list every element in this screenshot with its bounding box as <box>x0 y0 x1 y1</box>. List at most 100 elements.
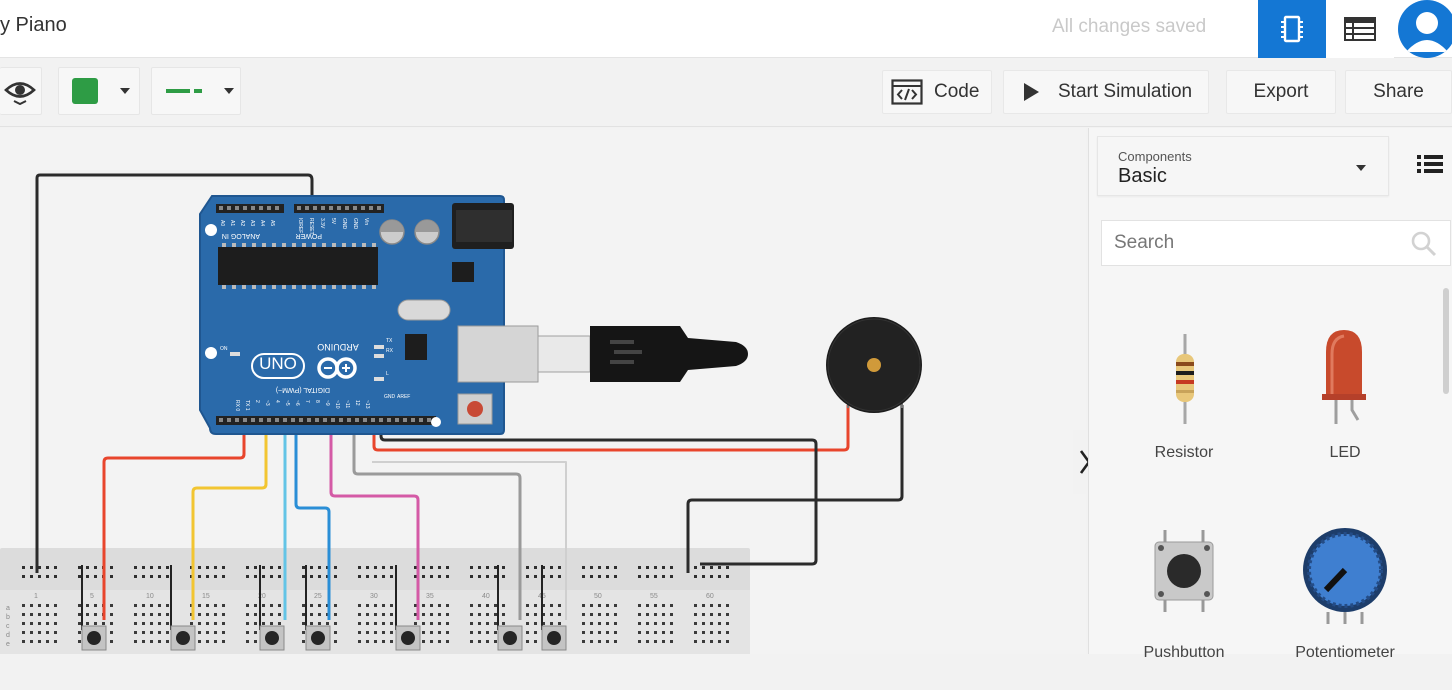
digital-pin-label: ~6 <box>294 400 300 406</box>
digital-pin-label: ~9 <box>324 400 330 406</box>
digital-pin-label: ~5 <box>284 400 290 406</box>
potentiometer-icon <box>1303 528 1387 624</box>
board-label: L <box>386 371 389 377</box>
breadboard-column-label: 50 <box>594 593 602 600</box>
breadboard-column-label: 40 <box>482 593 490 600</box>
fill-color-dropdown[interactable] <box>58 67 140 115</box>
start-simulation-button[interactable]: Start Simulation <box>1003 70 1209 114</box>
chevron-down-icon <box>224 88 234 94</box>
digital-pin-label: ~3 <box>264 400 270 406</box>
component-chip-icon <box>1281 15 1303 43</box>
digital-header-label: DIGITAL (PWM~) <box>276 386 330 393</box>
analog-pin-label: A1 <box>229 220 235 226</box>
digital-pin-label: 7 <box>304 400 310 403</box>
fill-color-swatch <box>72 78 98 104</box>
board-brand: ARDUINO <box>317 342 359 352</box>
led-icon <box>1322 330 1366 424</box>
component-card-potentiometer[interactable]: Potentiometer <box>1270 520 1420 690</box>
board-model: UNO <box>259 354 297 373</box>
board-label: GND <box>384 394 396 400</box>
digital-pin-label: 2 <box>254 400 260 403</box>
arduino-uno-board[interactable]: UNO ARDUINO POWER ANALOG IN DIGITAL (PWM… <box>199 195 748 435</box>
component-label: Potentiometer <box>1295 644 1395 661</box>
export-label: Export <box>1253 81 1309 102</box>
top-header: y Piano All changes saved <box>0 0 1452 58</box>
share-button[interactable]: Share <box>1345 70 1452 114</box>
board-label: TX <box>386 338 393 344</box>
power-pin-label: 3.3V <box>319 218 325 229</box>
circuit-view-button[interactable] <box>1258 0 1326 58</box>
code-button[interactable]: Code <box>882 70 992 114</box>
export-button[interactable]: Export <box>1226 70 1336 114</box>
component-label: LED <box>1329 444 1361 461</box>
power-pin-label: IOREF <box>297 218 303 233</box>
component-label: Resistor <box>1154 444 1214 461</box>
breadboard-column-label: 10 <box>146 593 154 600</box>
analog-pin-label: A2 <box>239 220 245 226</box>
circuit-canvas[interactable]: 151015202530354045505560abcde <box>0 128 1097 668</box>
component-card-pushbutton[interactable]: Pushbutton <box>1109 520 1259 690</box>
digital-pin-label: ~10 <box>334 400 340 409</box>
wire-black-buzzer <box>379 422 818 566</box>
breadboard-row-label: e <box>6 641 10 648</box>
power-pin-label: GND <box>352 218 358 230</box>
digital-pin-label: TX 1 <box>244 400 250 411</box>
analog-pin-label: A5 <box>269 220 275 226</box>
breadboard-column-label: 5 <box>90 593 94 600</box>
power-pin-label: Vin <box>363 218 369 225</box>
start-simulation-label: Start Simulation <box>1058 81 1193 102</box>
board-label: ON <box>220 346 228 352</box>
power-pin-label: RESET <box>308 218 314 235</box>
panel-scrollbar[interactable] <box>1443 288 1449 394</box>
breadboard-row-label: d <box>6 632 10 639</box>
breadboard-column-label: 25 <box>314 593 322 600</box>
list-table-icon <box>1344 17 1376 41</box>
breadboard-column-label: 15 <box>202 593 210 600</box>
components-value: Basic <box>1118 165 1167 187</box>
breadboard[interactable]: 151015202530354045505560abcde <box>0 548 750 668</box>
breadboard-column-label: 60 <box>706 593 714 600</box>
breadboard-column-label: 55 <box>650 593 658 600</box>
play-icon <box>1024 83 1039 101</box>
project-title[interactable]: y Piano <box>0 14 67 37</box>
digital-pin-label: RX 0 <box>234 400 240 411</box>
piezo-buzzer[interactable] <box>826 317 922 413</box>
digital-pin-label: 4 <box>274 400 280 403</box>
user-avatar-icon[interactable] <box>1398 0 1452 58</box>
board-label: RX <box>386 348 394 354</box>
toolbar: Code Start Simulation Export Share <box>0 59 1452 127</box>
component-card-led[interactable]: LED <box>1270 318 1420 488</box>
digital-pin-label: ~11 <box>344 400 350 408</box>
resistor-icon <box>1176 334 1194 424</box>
breadboard-column-label: 30 <box>370 593 378 600</box>
board-label: AREF <box>397 394 410 400</box>
share-label: Share <box>1373 81 1424 102</box>
list-view-button[interactable] <box>1417 154 1447 178</box>
breadboard-row-label: c <box>6 623 10 630</box>
wire-color-dropdown[interactable] <box>151 67 241 115</box>
wire-black-buzzer-gnd <box>686 405 904 573</box>
component-label: Pushbutton <box>1143 644 1225 661</box>
visibility-button[interactable] <box>0 67 42 115</box>
wire-style-icon <box>166 89 202 93</box>
search-icon[interactable] <box>1410 230 1438 258</box>
breadboard-column-label: 35 <box>426 593 434 600</box>
component-card-resistor[interactable]: Resistor <box>1109 318 1259 488</box>
chevron-down-icon <box>1356 165 1366 171</box>
digital-pin-label: ~13 <box>364 400 370 409</box>
code-label: Code <box>934 81 980 102</box>
chevron-down-icon <box>120 88 130 94</box>
schematic-view-button[interactable] <box>1326 0 1394 58</box>
power-pin-label: 5V <box>330 218 336 225</box>
breadboard-row-label: a <box>6 605 10 612</box>
digital-pin-label: 8 <box>314 400 320 403</box>
circuit-drawing: 151015202530354045505560abcde <box>0 173 922 668</box>
components-dropdown[interactable]: Components Basic <box>1097 136 1389 196</box>
search-input[interactable] <box>1102 221 1402 265</box>
list-view-icon <box>1417 155 1443 173</box>
code-window-icon <box>891 79 923 105</box>
components-label: Components <box>1118 149 1192 164</box>
breadboard-column-label: 1 <box>34 593 38 600</box>
analog-pin-label: A0 <box>219 220 225 226</box>
eye-icon <box>4 82 36 105</box>
